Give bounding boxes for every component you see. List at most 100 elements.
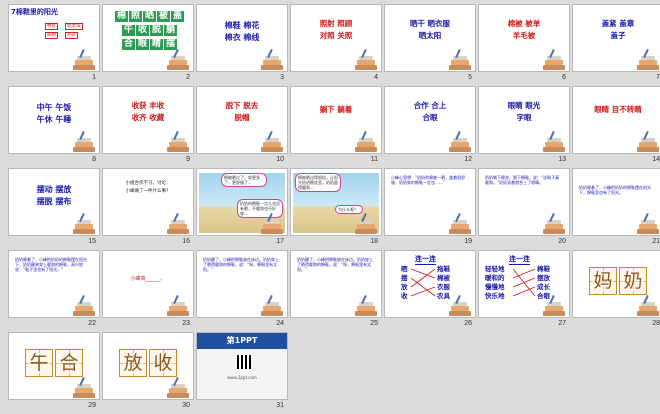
slide-number: 11 xyxy=(370,156,378,163)
word-label: 晒太阳 xyxy=(65,23,83,30)
story-text: 小峰心里想：“奶奶的棉被一晒，盖着很舒服，奶奶穿的棉鞋一定也……” xyxy=(391,175,466,185)
slide-thumbnail[interactable]: 棉照晒被盖午收脱躺合眼睛摆 2 xyxy=(102,4,196,86)
slide-thumbnail[interactable]: 小峰真______。 23 xyxy=(102,250,196,332)
slide-preview[interactable]: 奶奶醒了，小峰把棉鞋放在床边。奶奶穿上了晒得暖和的棉鞋，说：“呀，棉鞋里有太阳。… xyxy=(290,250,382,318)
slide-thumbnail[interactable]: 奶奶醒了，小峰把棉鞋放在床边。奶奶穿上了晒得暖和的棉鞋，说：“呀，棉鞋里有太阳。… xyxy=(196,250,290,332)
slide-preview[interactable]: 棉被晒过得很松，让阳光钻进棉花里，奶奶盖得暖和... 为什么呢？ xyxy=(290,168,382,236)
story-text: 奶奶睡着了，小峰把奶奶的棉鞋摆在阳光下，奶奶醒来穿上暖和的棉鞋，高兴地说：“鞋子… xyxy=(15,257,87,272)
slide-preview[interactable]: 连一连 轻轻地 暖和的 慢慢地 快乐地 棉鞋 摆放 成长 合眼 xyxy=(478,250,570,318)
grid-character: 午 xyxy=(29,352,49,374)
story-text: 奶奶醒了，小峰把棉鞋放在床边。奶奶穿上了晒得暖和的棉鞋，说：“呀，棉鞋里有太阳。… xyxy=(297,257,373,272)
slide-thumbnail[interactable]: 7棉鞋里的阳光 棉鞋 晒太阳 照射 外衣 1 xyxy=(8,4,102,86)
slide-thumbnail[interactable]: 眼睛 眼光 字眼 13 xyxy=(478,86,572,168)
slide-thumbnail[interactable]: 奶奶睡着了，小峰把奶奶的棉鞋摆在阳光下，奶奶醒来穿上暖和的棉鞋，高兴地说：“鞋子… xyxy=(8,250,102,332)
slide-thumbnail[interactable]: 盖紧 盖章 盖子 7 xyxy=(572,4,660,86)
slide-preview[interactable]: 棉照晒被盖午收脱躺合眼睛摆 xyxy=(102,4,194,72)
slide-thumbnail[interactable]: 晒干 晒衣服 晒太阳 5 xyxy=(384,4,478,86)
slide-thumbnail[interactable]: 放收 30 xyxy=(102,332,196,414)
match-line xyxy=(410,286,436,297)
slide-preview[interactable]: 连一连晒摆放收拖鞋 棉被 衣服 农具 xyxy=(384,250,476,318)
slide-preview[interactable]: 躺下 躺着 xyxy=(290,86,382,154)
word-line: 中午 午饭 xyxy=(36,103,72,112)
match-line xyxy=(512,277,536,288)
word-line: 眼睛 目不转睛 xyxy=(594,105,642,114)
slide-thumbnail[interactable]: 午合 29 xyxy=(8,332,102,414)
book-stack-icon xyxy=(259,130,285,152)
slide-thumbnail[interactable]: 小峰心里想：“奶奶的棉被一晒，盖着很舒服，奶奶穿的棉鞋一定也……” 19 xyxy=(384,168,478,250)
slide-preview[interactable]: 眼睛 目不转睛 xyxy=(572,86,660,154)
slide-preview[interactable]: 摆动 摆放 摆脱 摆布 xyxy=(8,168,100,236)
slide-preview[interactable]: 小峰真______。 xyxy=(102,250,194,318)
slide-thumbnail[interactable]: 连一连晒摆放收拖鞋 棉被 衣服 农具 26 xyxy=(384,250,478,332)
slide-number: 17 xyxy=(276,238,284,245)
slide-thumbnail[interactable]: 摆动 摆放 摆脱 摆布 15 xyxy=(8,168,102,250)
slide-number: 30 xyxy=(182,402,190,409)
word-line: 合作 合上 xyxy=(413,101,447,110)
word-line: 字眼 xyxy=(516,113,532,122)
word-label: 外衣 xyxy=(65,32,78,39)
slide-preview[interactable]: 晒干 晒衣服 晒太阳 xyxy=(384,4,476,72)
slide-thumbnail[interactable]: 小组合作学习，讨论： 小峰做了一件什么事？ 16 xyxy=(102,168,196,250)
character-grid-box: 合 xyxy=(55,349,83,377)
slide-thumbnail[interactable]: 第1PPT www.1ppt.com 31 xyxy=(196,332,290,414)
discussion-line: 小峰做了一件什么事？ xyxy=(125,189,171,194)
slide-preview[interactable]: 奶奶睡着了，小峰把奶奶的棉鞋摆在阳光下，奶奶醒来穿上暖和的棉鞋，高兴地说：“鞋子… xyxy=(8,250,100,318)
story-text: 小峰真______。 xyxy=(130,276,166,282)
slide-preview[interactable]: 棉被晒过了，软更多了，更舒服了... 奶奶的棉鞋一点儿也没有晒，不暖和也不好穿..… xyxy=(196,168,288,236)
slide-preview[interactable]: 妈奶 xyxy=(572,250,660,318)
slide-number: 6 xyxy=(562,74,566,81)
slide-thumbnail[interactable]: 奶奶躺下睡觉，脱下棉鞋，说：“这鞋子真暖和。”奶奶说着就合上了眼睛。 20 xyxy=(478,168,572,250)
slide-thumbnail[interactable]: 棉被晒过得很松，让阳光钻进棉花里，奶奶盖得暖和... 为什么呢？ 18 xyxy=(290,168,384,250)
slide-sorter-grid: 7棉鞋里的阳光 棉鞋 晒太阳 照射 外衣 1 棉照晒被盖午收脱躺合眼睛摆 2 棉鞋 棉花 棉衣 棉… xyxy=(0,0,660,410)
slide-number: 22 xyxy=(88,320,96,327)
slide-thumbnail[interactable]: 妈奶 28 xyxy=(572,250,660,332)
book-stack-icon xyxy=(71,48,97,70)
slide-thumbnail[interactable]: 中午 午饭 午休 午睡 8 xyxy=(8,86,102,168)
book-stack-icon xyxy=(635,212,660,234)
slide-preview[interactable]: 收获 丰收 收齐 收藏 xyxy=(102,86,194,154)
slide-preview[interactable]: 午合 xyxy=(8,332,100,400)
word-line: 脱下 脱去 xyxy=(225,101,259,110)
slide-thumbnail[interactable]: 躺下 躺着 11 xyxy=(290,86,384,168)
brand-url: www.1ppt.com xyxy=(227,375,257,380)
slide-preview[interactable]: 小峰心里想：“奶奶的棉被一晒，盖着很舒服，奶奶穿的棉鞋一定也……” xyxy=(384,168,476,236)
word-line: 盖紧 盖章 xyxy=(601,19,635,28)
slide-preview[interactable]: 第1PPT www.1ppt.com xyxy=(196,332,288,400)
slide-number: 14 xyxy=(652,156,660,163)
slide-thumbnail[interactable]: 奶奶醒了，小峰把棉鞋放在床边。奶奶穿上了晒得暖和的棉鞋，说：“呀，棉鞋里有太阳。… xyxy=(290,250,384,332)
slide-thumbnail[interactable]: 脱下 脱去 脱帽 10 xyxy=(196,86,290,168)
slide-preview[interactable]: 棉鞋 棉花 棉衣 棉线 xyxy=(196,4,288,72)
slide-preview[interactable]: 合作 合上 合眼 xyxy=(384,86,476,154)
match-line xyxy=(410,277,436,297)
slide-preview[interactable]: 小组合作学习，讨论： 小峰做了一件什么事？ xyxy=(102,168,194,236)
slide-preview[interactable]: 眼睛 眼光 字眼 xyxy=(478,86,570,154)
slide-preview[interactable]: 盖紧 盖章 盖子 xyxy=(572,4,660,72)
slide-preview[interactable]: 放收 xyxy=(102,332,194,400)
slide-thumbnail[interactable]: 奶奶睡着了，小峰把奶奶的棉鞋摆在阳光下，棉鞋里也有了阳光。 21 xyxy=(572,168,660,250)
slide-preview[interactable]: 奶奶躺下睡觉，脱下棉鞋，说：“这鞋子真暖和。”奶奶说着就合上了眼睛。 xyxy=(478,168,570,236)
book-stack-icon xyxy=(635,130,660,152)
character-grid-box: 妈 xyxy=(589,267,617,295)
slide-thumbnail[interactable]: 棉被 被单 羊毛被 6 xyxy=(478,4,572,86)
slide-preview[interactable]: 中午 午饭 午休 午睡 xyxy=(8,86,100,154)
slide-preview[interactable]: 奶奶醒了，小峰把棉鞋放在床边。奶奶穿上了晒得暖和的棉鞋，说：“呀，棉鞋里有太阳。… xyxy=(196,250,288,318)
book-stack-icon xyxy=(71,376,97,398)
slide-thumbnail[interactable]: 照射 照顾 对照 关照 4 xyxy=(290,4,384,86)
book-stack-icon xyxy=(541,48,567,70)
slide-thumbnail[interactable]: 合作 合上 合眼 12 xyxy=(384,86,478,168)
slide-number: 15 xyxy=(88,238,96,245)
character-tile: 躺 xyxy=(164,25,178,36)
slide-thumbnail[interactable]: 棉被晒过了，软更多了，更舒服了... 奶奶的棉鞋一点儿也没有晒，不暖和也不好穿..… xyxy=(196,168,290,250)
slide-preview[interactable]: 脱下 脱去 脱帽 xyxy=(196,86,288,154)
slide-number: 12 xyxy=(464,156,472,163)
slide-thumbnail[interactable]: 连一连 轻轻地 暖和的 慢慢地 快乐地 棉鞋 摆放 成长 合眼 27 xyxy=(478,250,572,332)
slide-preview[interactable]: 照射 照顾 对照 关照 xyxy=(290,4,382,72)
slide-thumbnail[interactable]: 棉鞋 棉花 棉衣 棉线 3 xyxy=(196,4,290,86)
slide-preview[interactable]: 棉被 被单 羊毛被 xyxy=(478,4,570,72)
slide-preview[interactable]: 7棉鞋里的阳光 棉鞋 晒太阳 照射 外衣 xyxy=(8,4,100,72)
book-stack-icon xyxy=(353,48,379,70)
slide-preview[interactable]: 奶奶睡着了，小峰把奶奶的棉鞋摆在阳光下，棉鞋里也有了阳光。 xyxy=(572,168,660,236)
slide-thumbnail[interactable]: 眼睛 目不转睛 14 xyxy=(572,86,660,168)
character-tile: 眼 xyxy=(136,39,150,50)
slide-thumbnail[interactable]: 收获 丰收 收齐 收藏 9 xyxy=(102,86,196,168)
